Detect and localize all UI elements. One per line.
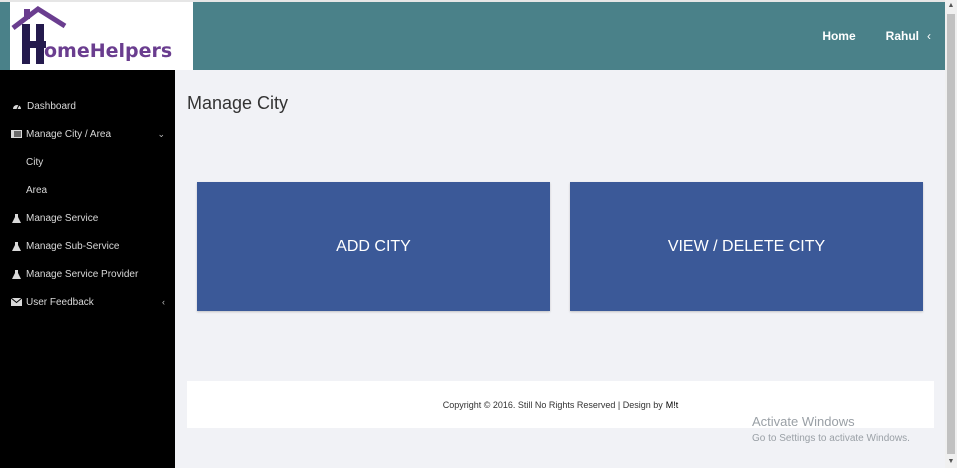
view-delete-city-label: VIEW / DELETE CITY [667,237,826,255]
sidebar-subitem-city[interactable]: City [0,148,175,176]
sidebar-item-label: Manage Service Provider [26,268,139,280]
flask-icon [10,269,22,279]
sidebar-item-label: City [26,156,44,168]
sidebar-item-manage-city-area[interactable]: Manage City / Area ⌄ [0,120,175,148]
add-city-button[interactable]: ADD CITY [197,182,550,311]
flask-icon [10,241,22,251]
copyright-text: Copyright © 2016. Still No Rights Reserv… [442,399,663,410]
sidebar-item-manage-service[interactable]: Manage Service [0,204,175,232]
sidebar-item-label: Manage Service [26,212,99,224]
sidebar-item-label: Manage Sub-Service [26,240,120,252]
nav-home-link[interactable]: Home [822,29,855,43]
chevron-left-icon: ‹ [927,29,931,43]
page-title: Manage City [187,93,289,113]
logo[interactable]: omeHelpers [10,2,193,72]
watermark-title: Activate Windows [752,414,855,429]
sidebar: Dashboard Manage City / Area ⌄ City Area… [0,70,175,468]
scroll-up-arrow-icon[interactable]: ▲ [945,0,957,12]
sidebar-item-label: Area [26,184,48,196]
add-city-label: ADD CITY [336,237,411,255]
sidebar-subitem-area[interactable]: Area [0,176,175,204]
logo-text: omeHelpers [44,40,173,62]
watermark-subtitle: Go to Settings to activate Windows. [752,433,910,444]
sidebar-item-dashboard[interactable]: Dashboard [0,92,175,120]
activate-windows-watermark: Activate Windows Go to Settings to activ… [752,414,910,444]
sidebar-item-label: User Feedback [26,296,94,308]
user-menu[interactable]: Rahul ‹ [886,29,931,43]
top-header: omeHelpers Home Rahul ‹ [0,0,945,72]
designer-link[interactable]: M!t [666,400,679,410]
top-nav: Home Rahul ‹ [822,29,931,43]
chevron-down-icon: ⌄ [157,128,165,139]
scroll-thumb[interactable] [947,14,955,454]
sidebar-item-label: Manage City / Area [26,128,112,140]
sidebar-item-user-feedback[interactable]: User Feedback ‹ [0,288,175,316]
flask-icon [10,213,22,223]
vertical-scrollbar[interactable]: ▲ ▼ [945,0,957,468]
view-delete-city-button[interactable]: VIEW / DELETE CITY [570,182,923,311]
sidebar-item-label: Dashboard [27,100,76,112]
user-name: Rahul [885,29,919,43]
envelope-icon [10,297,22,307]
chevron-left-icon: ‹ [162,297,165,307]
list-icon [10,129,22,139]
tachometer-icon [11,101,23,111]
main-content: Manage City ADD CITY VIEW / DELETE CITY … [175,70,945,468]
sidebar-item-manage-service-provider[interactable]: Manage Service Provider [0,260,175,288]
sidebar-item-manage-sub-service[interactable]: Manage Sub-Service [0,232,175,260]
scroll-down-arrow-icon[interactable]: ▼ [945,456,957,468]
